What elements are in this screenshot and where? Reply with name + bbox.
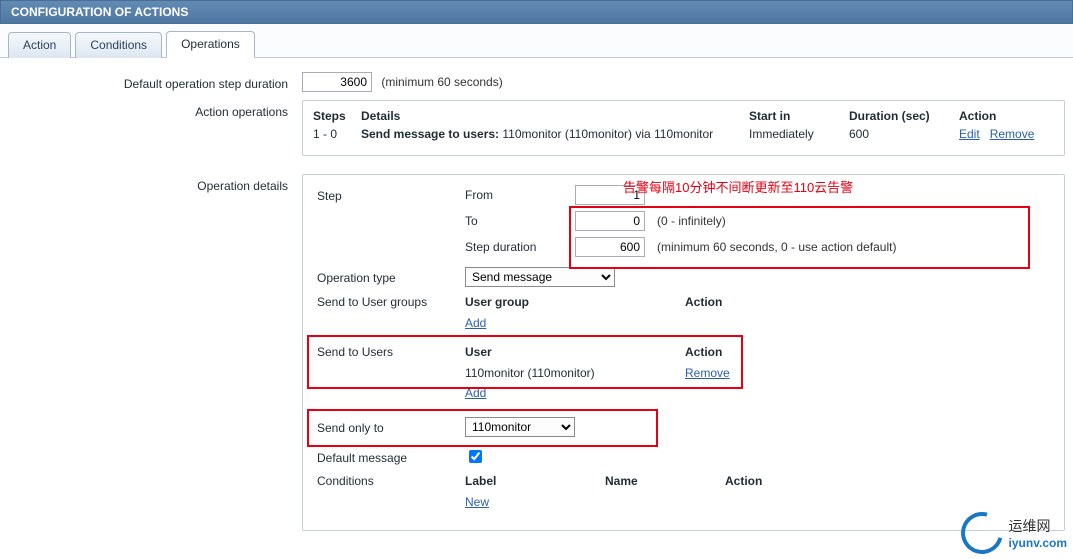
input-step-from[interactable] — [575, 185, 645, 205]
col-name: Name — [605, 470, 725, 492]
watermark-line2: iyunv.com — [1009, 536, 1067, 550]
select-send-only-to[interactable]: 110monitor — [465, 417, 575, 437]
ops-cell-action: Edit Remove — [959, 127, 1054, 141]
user-cell: 110monitor (110monitor) — [465, 363, 685, 383]
inner-row-step: Step From To (0 - infinitely) — [317, 185, 1050, 257]
action-operations-box: Steps Details Start in Duration (sec) Ac… — [302, 100, 1065, 156]
inner-row-operation-type: Operation type Send message — [317, 267, 1050, 287]
ops-col-duration: Duration (sec) — [849, 109, 959, 123]
conditions-table: Label Name Action New — [465, 470, 885, 512]
label-action-operations: Action operations — [8, 100, 302, 119]
input-step-duration[interactable] — [575, 237, 645, 257]
watermark-logo-icon — [953, 504, 1010, 559]
label-from: From — [465, 188, 575, 202]
tab-operations[interactable]: Operations — [166, 31, 255, 58]
col-user-group: User group — [465, 291, 685, 313]
watermark-line1: 运维网 — [1009, 516, 1067, 536]
inner-row-conditions: Conditions Label Name Action New — [317, 470, 1050, 512]
panel-header: CONFIGURATION OF ACTIONS — [0, 0, 1073, 24]
inner-row-default-message: Default message — [317, 447, 1050, 466]
input-default-step-duration[interactable] — [302, 72, 372, 92]
step-grid: From To (0 - infinitely) Step duration — [465, 185, 1050, 257]
tab-action[interactable]: Action — [8, 32, 71, 58]
inner-row-user-groups: Send to User groups User group Action Ad… — [317, 291, 1050, 333]
ops-edit-link[interactable]: Edit — [959, 127, 980, 141]
label-conditions: Conditions — [317, 470, 465, 488]
row-operation-details: Operation details 告警每隔10分钟不间断更新至110云告警 S… — [8, 174, 1065, 531]
ops-details-rest: 110monitor (110monitor) via 110monitor — [499, 127, 713, 141]
input-step-to[interactable] — [575, 211, 645, 231]
label-default-step-duration: Default operation step duration — [8, 72, 302, 91]
watermark: 运维网 iyunv.com — [961, 512, 1067, 554]
label-to: To — [465, 214, 575, 228]
col-user: User — [465, 341, 685, 363]
ops-col-start: Start in — [749, 109, 849, 123]
operation-details-box: 告警每隔10分钟不间断更新至110云告警 Step From To — [302, 174, 1065, 531]
conditions-new-link[interactable]: New — [465, 495, 489, 509]
ops-cell-start: Immediately — [749, 127, 849, 141]
ops-row: 1 - 0 Send message to users: 110monitor … — [313, 127, 1054, 141]
tabs: Action Conditions Operations — [0, 24, 1073, 58]
col-user-group-action: Action — [685, 291, 885, 313]
ops-remove-link[interactable]: Remove — [990, 127, 1035, 141]
label-send-only-to: Send only to — [317, 417, 465, 435]
col-cond-action: Action — [725, 470, 885, 492]
label-send-to-users: Send to Users — [317, 341, 465, 359]
inner-row-send-to-users: Send to Users User Action 110monitor (11… — [317, 341, 1050, 403]
table-row: 110monitor (110monitor) Remove — [465, 363, 885, 383]
ops-cell-duration: 600 — [849, 127, 959, 141]
ops-col-details: Details — [361, 109, 749, 123]
user-remove-link[interactable]: Remove — [685, 366, 730, 380]
label-operation-details: Operation details — [8, 174, 302, 193]
form-area: Default operation step duration (minimum… — [0, 58, 1073, 559]
user-groups-add-link[interactable]: Add — [465, 316, 486, 330]
row-default-step-duration: Default operation step duration (minimum… — [8, 72, 1065, 92]
hint-step-duration: (minimum 60 seconds, 0 - use action defa… — [657, 240, 896, 254]
label-default-message: Default message — [317, 447, 465, 465]
user-groups-table: User group Action Add — [465, 291, 885, 333]
label-step: Step — [317, 185, 465, 203]
users-table: User Action 110monitor (110monitor) Remo… — [465, 341, 885, 403]
label-step-duration: Step duration — [465, 240, 575, 254]
hint-default-step-duration: (minimum 60 seconds) — [381, 75, 502, 89]
select-operation-type[interactable]: Send message — [465, 267, 615, 287]
panel-title: CONFIGURATION OF ACTIONS — [11, 5, 188, 19]
label-send-to-user-groups: Send to User groups — [317, 291, 465, 309]
col-user-action: Action — [685, 341, 885, 363]
ops-details-prefix: Send message to users: — [361, 127, 499, 141]
inner-row-send-only-to: Send only to 110monitor — [317, 417, 1050, 437]
ops-cell-details: Send message to users: 110monitor (110mo… — [361, 127, 749, 141]
ops-col-action: Action — [959, 109, 1054, 123]
label-operation-type: Operation type — [317, 267, 465, 285]
ops-header-row: Steps Details Start in Duration (sec) Ac… — [313, 109, 1054, 123]
tab-conditions[interactable]: Conditions — [75, 32, 162, 58]
ops-cell-steps: 1 - 0 — [313, 127, 361, 141]
users-add-link[interactable]: Add — [465, 386, 486, 400]
row-action-operations: Action operations Steps Details Start in… — [8, 100, 1065, 156]
col-label: Label — [465, 470, 605, 492]
checkbox-default-message[interactable] — [469, 450, 482, 463]
ops-col-steps: Steps — [313, 109, 361, 123]
hint-to: (0 - infinitely) — [657, 214, 726, 228]
